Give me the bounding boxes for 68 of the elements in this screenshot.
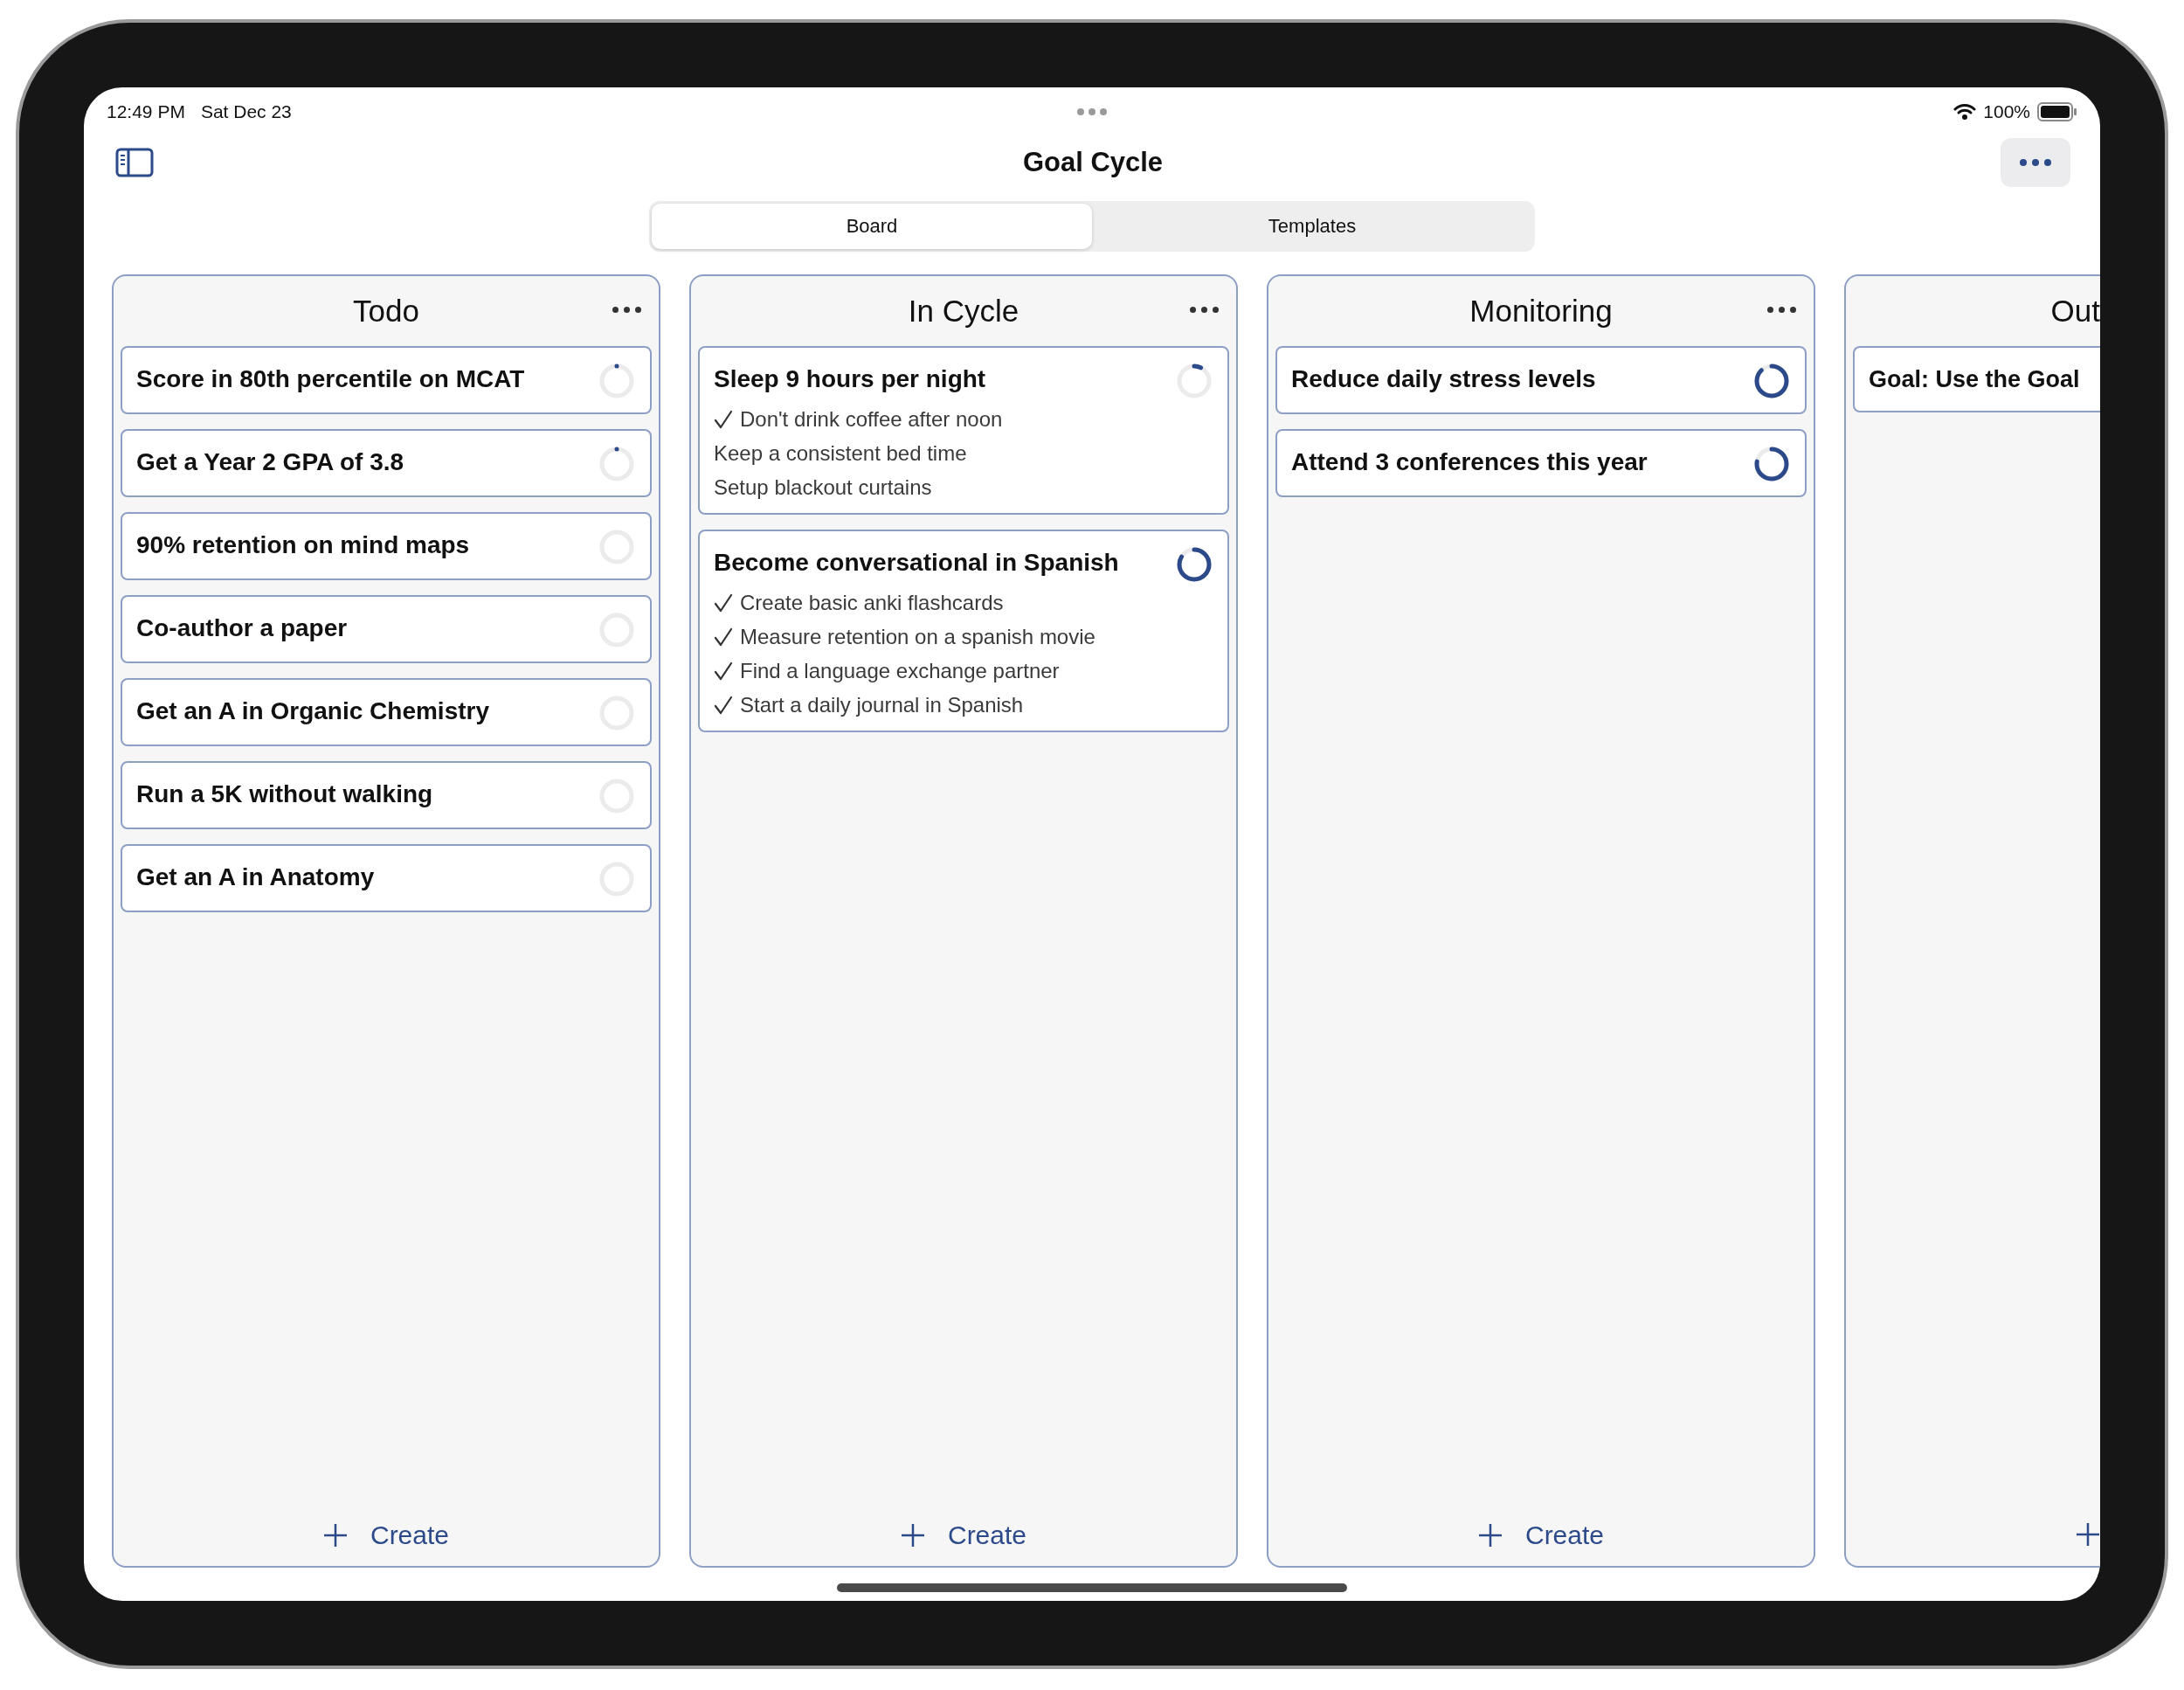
goal-title: Run a 5K without walking [136,779,434,809]
tab[interactable]: Templates [1092,204,1532,249]
progress-ring [598,445,636,483]
subtask-text: Start a daily journal in Spanish [740,692,1024,718]
battery-percent: 100% [1983,101,2030,122]
battery-icon [2037,102,2077,121]
plus-icon [900,1523,925,1548]
goal-title: Get an A in Anatomy [136,862,376,892]
status-time: 12:49 PM [107,101,185,122]
plus-icon[interactable] [2076,1522,2100,1547]
goal-card[interactable]: Attend 3 conferences this year [1275,429,1807,497]
progress-ring [1752,445,1791,483]
status-date: Sat Dec 23 [200,101,292,122]
goal-title: Get an A in Organic Chemistry [136,696,491,726]
column-title: In Cycle [908,294,1019,329]
goal-card[interactable]: Get an A in Organic Chemistry [121,678,652,746]
goal-card[interactable]: Sleep 9 hours per night Don't drink coffee after noon Keep a consistent bed time Setup blackout curtains [698,346,1229,515]
progress-ring [1752,362,1791,400]
goal-title: Get a Year 2 GPA of 3.8 [136,447,405,477]
subtask-text: Keep a consistent bed time [714,440,967,467]
plus-icon [1477,1523,1503,1548]
ellipsis-icon[interactable] [612,307,641,313]
subtask-text: Setup blackout curtains [714,474,932,501]
subtask-text: Don't drink coffee after noon [740,406,1003,433]
wifi-icon [1953,103,1977,121]
progress-ring [1175,362,1213,400]
check-icon [714,661,733,681]
check-icon [714,627,733,647]
ellipsis-icon[interactable] [1767,307,1796,313]
goal-title: Reduce daily stress levels [1291,364,1597,394]
tab[interactable]: Board [652,204,1092,249]
progress-ring [598,362,636,400]
goal-card[interactable]: Goal: Use the Goal [1853,346,2100,412]
column-title: Todo [353,294,419,329]
create-button[interactable]: Create [1472,1515,1609,1555]
nav-title: Goal Cycle [1022,147,1164,178]
goal-title: Goal: Use the Goal [1869,365,2081,394]
ellipsis-icon [2020,159,2051,166]
goal-card[interactable]: Run a 5K without walking [121,761,652,829]
goal-card[interactable]: Co-author a paper [121,595,652,663]
multitasking-icon[interactable] [1077,108,1107,115]
goal-title: Co-author a paper [136,613,349,643]
subtask-text: Measure retention on a spanish movie [740,624,1095,650]
goal-card[interactable]: Get a Year 2 GPA of 3.8 [121,429,652,497]
goal-card[interactable]: Get an A in Anatomy [121,844,652,912]
create-button[interactable]: Create [895,1515,1032,1555]
check-icon [714,695,733,715]
plus-icon [322,1523,348,1548]
sidebar-toggle-icon[interactable] [115,148,154,177]
progress-ring [1175,545,1213,584]
check-icon [714,592,733,613]
goal-title: Attend 3 conferences this year [1291,447,1648,477]
more-button[interactable] [2001,138,2070,187]
column-title: Monitoring [1469,294,1613,329]
goal-title: Score in 80th percentile on MCAT [136,364,526,394]
goal-title: 90% retention on mind maps [136,530,471,560]
goal-card[interactable]: Become conversational in Spanish Create basic anki flashcards Measure retention on a spanish movie Find a language exchange partner Start a daily journal in Spanish [698,530,1229,732]
goal-card[interactable]: Score in 80th percentile on MCAT [121,346,652,414]
subtask-text: Find a language exchange partner [740,658,1060,684]
ellipsis-icon[interactable] [1190,307,1219,313]
goal-title: Sleep 9 hours per night [714,364,987,394]
goal-title: Become conversational in Spanish [714,548,1120,578]
goal-card[interactable]: 90% retention on mind maps [121,512,652,580]
check-icon [714,409,733,429]
goal-card[interactable]: Reduce daily stress levels [1275,346,1807,414]
column-title: Out [2050,294,2100,329]
create-button[interactable]: Create [317,1515,454,1555]
subtask-text: Create basic anki flashcards [740,590,1004,616]
